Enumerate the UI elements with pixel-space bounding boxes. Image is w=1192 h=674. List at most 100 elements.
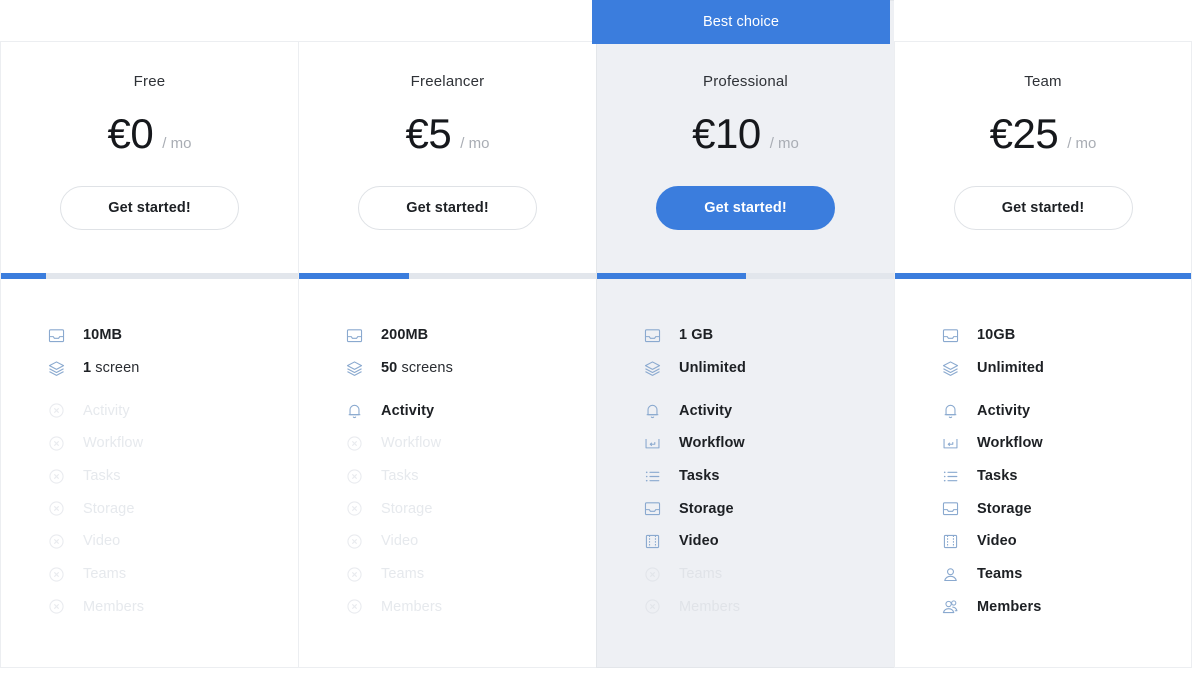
feature-row-video: Video [941,525,1191,558]
feature-label: Storage [679,500,734,517]
plan-meter-fill [1,273,46,279]
feature-label: Activity [381,402,435,419]
feature-label: Video [977,533,1017,550]
feature-row-storage-quota: 1 GB [643,319,894,352]
feature-row-workflow: Workflow [941,427,1191,460]
disabled-icon [47,565,66,584]
film-icon [643,532,662,551]
plan-header: Free €0 / mo Get started! [1,42,298,273]
feature-label: Workflow [977,435,1043,452]
disabled-icon [47,434,66,453]
plan-column-team: Team €25 / mo Get started! 10GB Unlimited Acti… [894,41,1192,668]
feature-label: Storage [977,500,1032,517]
feature-row-storage: Storage [941,492,1191,525]
feature-label: 200MB [381,327,429,344]
feature-row-members: Members [345,591,596,624]
feature-label: Workflow [83,435,144,452]
plan-meter [299,273,596,279]
feature-label: 1 screen [83,360,139,376]
feature-row-members: Members [47,591,298,624]
feature-row-video: Video [643,525,894,558]
feature-value: 1 [83,360,92,377]
feature-label: 10GB [977,327,1016,344]
disabled-icon [643,565,662,584]
plan-columns: Free €0 / mo Get started! 10MB 1 screen Activi… [0,0,1192,668]
feature-label: Teams [679,566,723,583]
feature-row-storage-quota: 10GB [941,319,1191,352]
price-amount: €0 [107,110,154,157]
plan-price: €10 / mo [692,113,799,155]
feature-row-storage: Storage [345,492,596,525]
disabled-icon [345,565,364,584]
get-started-button[interactable]: Get started! [60,186,239,230]
disabled-icon [47,401,66,420]
feature-label: Activity [977,402,1031,419]
price-amount: €25 [989,110,1059,157]
feature-label: Members [381,598,443,615]
feature-label: Activity [83,402,130,419]
feature-row-storage-quota: 200MB [345,319,596,352]
disabled-icon [345,467,364,486]
bell-icon [941,401,960,420]
feature-label: Workflow [381,435,442,452]
plan-meter [597,273,894,279]
people-icon [941,597,960,616]
best-choice-ribbon: Best choice [592,0,890,44]
price-amount: €10 [692,110,761,157]
feature-label: Video [679,533,719,550]
feature-row-tasks: Tasks [643,460,894,493]
plan-header: Professional €10 / mo Get started! [597,42,894,273]
price-period: / mo [162,135,192,152]
feature-label: 10MB [83,327,123,344]
plan-column-professional: Professional €10 / mo Get started! 1 GB Unlim… [596,0,894,668]
person-icon [941,565,960,584]
get-started-button[interactable]: Get started! [656,186,835,230]
feature-row-tasks: Tasks [941,460,1191,493]
feature-label: Teams [977,566,1023,583]
list-icon [643,467,662,486]
get-started-button[interactable]: Get started! [358,186,537,230]
disabled-icon [345,499,364,518]
price-period: / mo [460,135,490,152]
feature-row-members: Members [941,591,1191,624]
feature-row-screens: 1 screen [47,352,298,385]
feature-label: Activity [679,402,733,419]
inbox-icon [941,326,960,345]
feature-row-screens: Unlimited [941,352,1191,385]
feature-row-workflow: Workflow [345,427,596,460]
get-started-button[interactable]: Get started! [953,186,1133,230]
feature-list: 10MB 1 screen Activity Workflow Tasks Storage… [1,279,298,667]
feature-row-teams: Teams [941,558,1191,591]
disabled-icon [47,467,66,486]
feature-row-activity: Activity [345,394,596,427]
workflow-icon [941,434,960,453]
feature-value: 50 [381,360,398,377]
feature-row-teams: Teams [47,558,298,591]
bell-icon [345,401,364,420]
bell-icon [643,401,662,420]
plan-price: €25 / mo [990,113,1097,155]
feature-label: Tasks [83,468,121,485]
workflow-icon [643,434,662,453]
price-period: / mo [769,135,799,152]
plan-price: €5 / mo [406,113,490,155]
feature-row-tasks: Tasks [345,460,596,493]
feature-label: Unlimited [977,360,1044,377]
film-icon [941,532,960,551]
inbox-icon [643,499,662,518]
feature-row-workflow: Workflow [47,427,298,460]
plan-meter [895,273,1191,279]
feature-label: Storage [381,500,433,517]
feature-row-workflow: Workflow [643,427,894,460]
feature-row-screens: 50 screens [345,352,596,385]
feature-label: Storage [83,500,135,517]
plan-meter [1,273,298,279]
plan-header: Team €25 / mo Get started! [895,42,1191,273]
feature-label: Tasks [679,468,720,485]
plan-column-free: Free €0 / mo Get started! 10MB 1 screen Activi… [0,41,298,668]
plan-header: Freelancer €5 / mo Get started! [299,42,596,273]
feature-label: Members [679,598,741,615]
plan-name: Free [133,73,166,90]
plan-name: Professional [703,73,788,90]
disabled-icon [47,532,66,551]
